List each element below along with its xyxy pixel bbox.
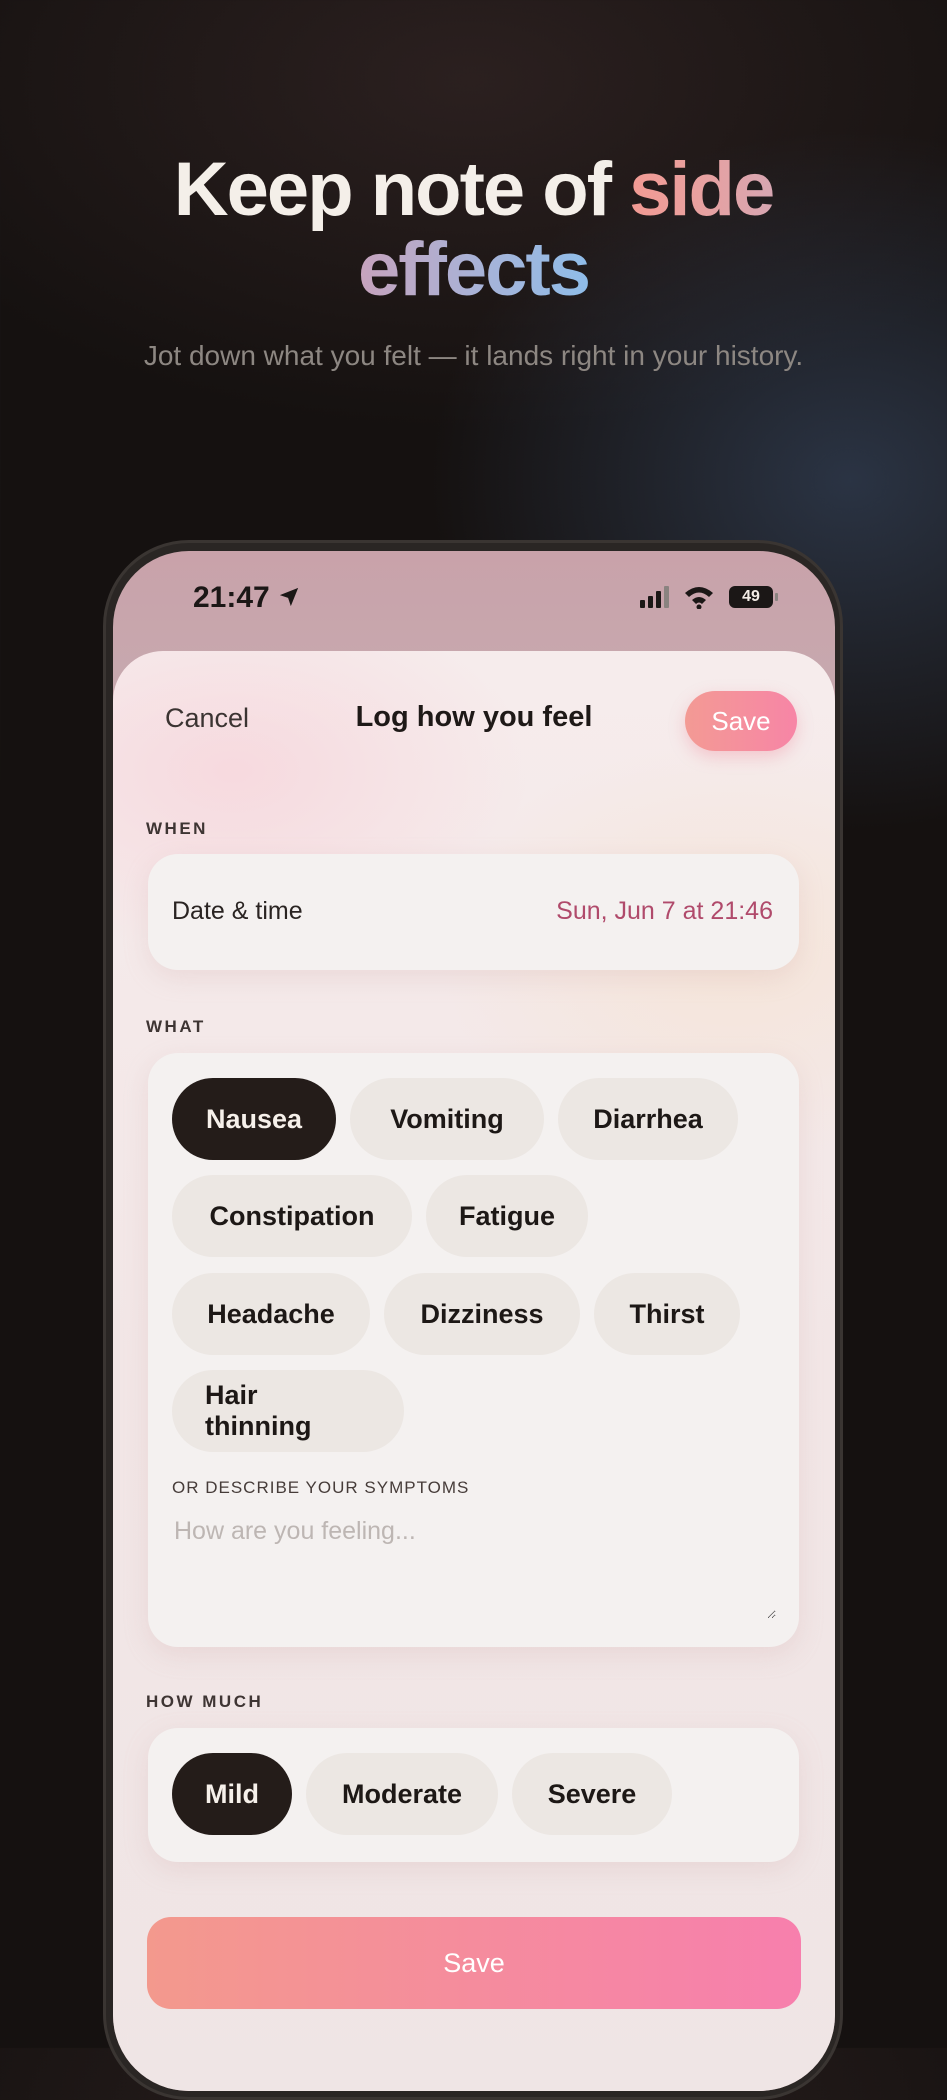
date-time-label: Date & time [172,897,303,925]
wifi-icon [685,587,713,609]
chip-headache[interactable]: Headache [172,1273,370,1355]
status-time-text: 21:47 [193,581,270,614]
chip-diarrhea[interactable]: Diarrhea [558,1078,738,1160]
section-label-when: WHEN [146,819,208,838]
hero-title-accent-effects: effects [358,227,591,312]
cancel-button[interactable]: Cancel [165,703,249,734]
describe-symptoms-label: OR DESCRIBE YOUR SYMPTOMS [172,1478,470,1497]
date-time-value: Sun, Jun 7 at 21:46 [556,897,773,925]
chip-dizziness[interactable]: Dizziness [384,1273,580,1355]
status-icons: 49 [640,585,778,609]
describe-symptoms-input[interactable] [172,1515,776,1619]
hero-title: Keep note of side effects [0,150,947,310]
status-time: 21:47 [193,581,300,615]
date-time-row[interactable]: Date & time Sun, Jun 7 at 21:46 [148,854,799,970]
phone-screen: 21:47 49 Cancel Log how you feel Save WH… [113,551,835,2091]
section-label-what: WHAT [146,1017,206,1036]
location-arrow-icon [279,587,298,607]
battery-level: 49 [742,588,760,605]
severity-severe[interactable]: Severe [512,1753,672,1835]
cellular-signal-icon [640,586,669,608]
chip-constipation[interactable]: Constipation [172,1175,412,1257]
hero-title-accent-side: side [629,147,775,232]
hero-subtitle: Jot down what you felt — it lands right … [143,340,804,371]
battery-icon: 49 [729,586,778,608]
chip-hair-thinning[interactable]: Hair thinning [172,1370,404,1452]
severity-moderate[interactable]: Moderate [306,1753,498,1835]
chip-nausea[interactable]: Nausea [172,1078,336,1160]
section-label-how-much: HOW MUCH [146,1692,264,1711]
save-button-top[interactable]: Save [685,691,797,751]
save-button[interactable]: Save [147,1917,801,2009]
chip-fatigue[interactable]: Fatigue [426,1175,588,1257]
chip-thirst[interactable]: Thirst [594,1273,740,1355]
chip-vomiting[interactable]: Vomiting [350,1078,544,1160]
severity-mild[interactable]: Mild [172,1753,292,1835]
log-sheet: Cancel Log how you feel Save WHEN Date &… [113,651,835,2091]
symptom-card: Nausea Vomiting Diarrhea Constipation Fa… [148,1053,799,1647]
severity-card: Mild Moderate Severe [148,1728,799,1862]
hero-title-text: Keep note of [173,147,630,232]
